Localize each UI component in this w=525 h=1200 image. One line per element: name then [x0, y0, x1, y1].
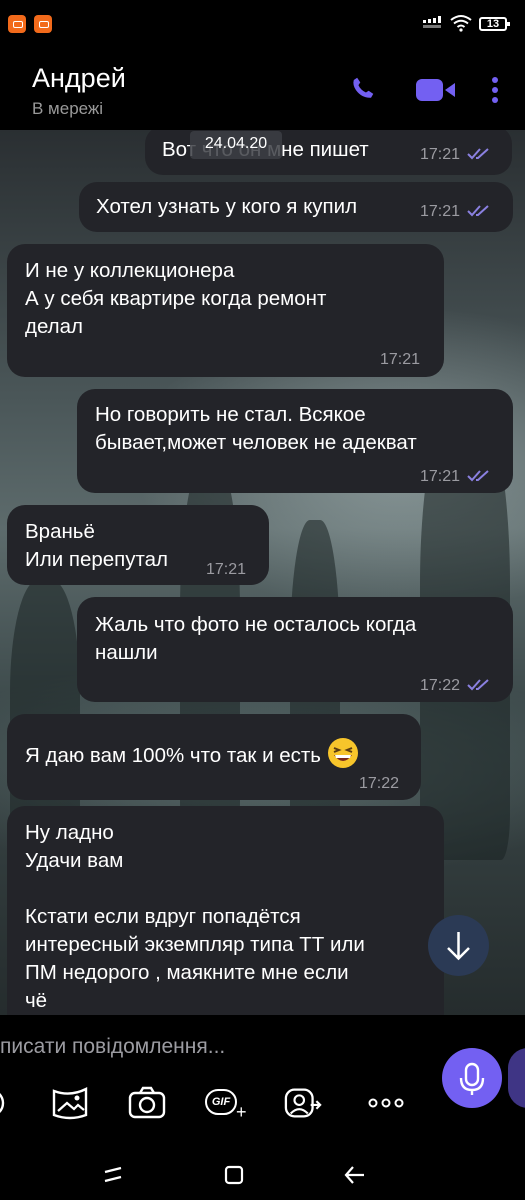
microphone-icon [459, 1062, 485, 1095]
message-text: Хотел узнать у кого я купил [96, 195, 358, 218]
message-text: Враньё Или перепутал [25, 520, 169, 571]
message-time: 17:21 [206, 561, 247, 578]
message-time: 17:21 [420, 468, 461, 485]
sticker-icon[interactable] [0, 1085, 10, 1121]
plus-icon: + [236, 1102, 247, 1122]
notification-app-icon [8, 15, 26, 33]
message-bubble-incoming[interactable]: Я даю вам 100% что так и есть 17:22 [7, 714, 421, 800]
gif-icon[interactable]: GIF + [205, 1089, 247, 1122]
camera-icon[interactable] [127, 1085, 167, 1121]
read-receipt-icon [467, 147, 489, 160]
message-text: Но говорить не стал. Всякое бывает,может… [95, 403, 417, 454]
contact-status: В мережі [32, 99, 104, 118]
message-input[interactable]: писати повідомлення... [0, 1035, 420, 1059]
chat-area[interactable]: Вот что он мне пишет 17:21 24.04.20 Хоте… [0, 130, 525, 1015]
read-receipt-icon [467, 204, 489, 217]
message-composer: писати повідомлення... GIF + [0, 1015, 525, 1150]
message-bubble-incoming[interactable]: И не у коллекционера А у себя квартире к… [7, 244, 444, 377]
navigation-bar [0, 1150, 525, 1200]
phone-call-icon[interactable] [350, 74, 376, 102]
message-time: 17:22 [420, 677, 461, 694]
back-icon[interactable] [343, 1164, 367, 1186]
wifi-icon [450, 15, 472, 32]
recent-apps-icon[interactable] [101, 1164, 125, 1186]
message-time: 17:21 [420, 146, 461, 163]
read-receipt-icon [467, 678, 489, 691]
gallery-icon[interactable] [50, 1085, 90, 1121]
scroll-to-bottom-button[interactable] [428, 915, 489, 976]
message-bubble-outgoing[interactable]: Но говорить не стал. Всякое бывает,может… [77, 389, 513, 493]
chat-header: Андрей В мережі [0, 50, 525, 130]
contact-name[interactable]: Андрей [32, 63, 126, 94]
message-time: 17:22 [359, 775, 400, 792]
message-text: Жаль что фото не осталось когда нашли [95, 613, 417, 664]
home-icon[interactable] [223, 1164, 245, 1186]
laughing-face-icon [327, 738, 358, 768]
message-text: Ну ладно Удачи вам Кстати если вдруг поп… [25, 821, 365, 1012]
more-icon[interactable] [366, 1085, 406, 1121]
message-bubble-incoming[interactable]: Враньё Или перепутал 17:21 [7, 505, 269, 585]
message-time: 17:21 [420, 203, 461, 220]
date-chip: 24.04.20 [190, 131, 282, 159]
extra-action-button[interactable] [508, 1048, 525, 1108]
more-options-icon[interactable] [490, 76, 500, 104]
message-bubble-incoming[interactable]: Ну ладно Удачи вам Кстати если вдруг поп… [7, 806, 444, 1015]
share-contact-icon[interactable] [284, 1085, 324, 1121]
voice-message-button[interactable] [442, 1048, 502, 1108]
notification-app-icon [34, 15, 52, 33]
message-bubble-outgoing[interactable]: Хотел узнать у кого я купил 17:21 [79, 182, 513, 232]
read-receipt-icon [467, 469, 489, 482]
signal-icon [423, 16, 441, 28]
status-bar: 13 [0, 0, 525, 50]
message-bubble-outgoing[interactable]: Жаль что фото не осталось когда нашли 17… [77, 597, 513, 702]
message-text: Я даю вам 100% что так и есть [25, 744, 321, 767]
battery-indicator: 13 [479, 17, 510, 31]
gif-label: GIF [205, 1089, 237, 1115]
arrow-down-icon [447, 932, 470, 961]
message-time: 17:21 [380, 351, 421, 368]
message-text: И не у коллекционера А у себя квартире к… [25, 259, 327, 338]
video-call-icon[interactable] [416, 77, 456, 103]
